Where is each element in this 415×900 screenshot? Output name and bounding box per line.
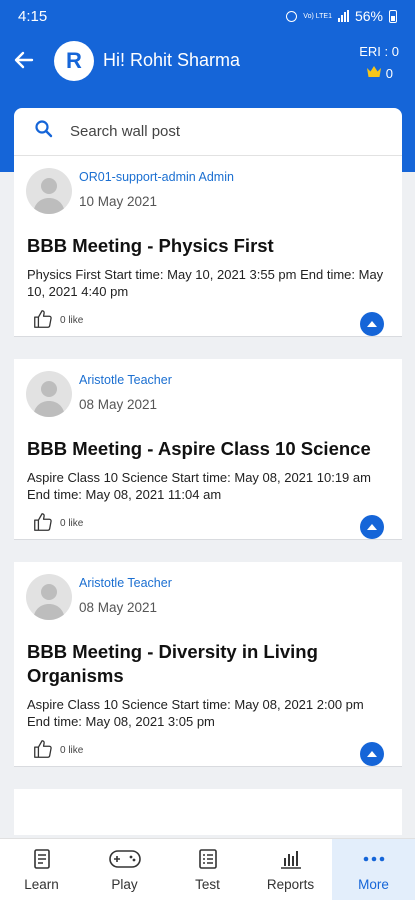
wall-post: OR01-support-admin Admin 10 May 2021 BBB… — [14, 156, 402, 337]
test-sheet-icon — [197, 848, 219, 873]
thumbs-up-icon — [32, 511, 54, 536]
wall-post: Aristotle Teacher 08 May 2021 BBB Meetin… — [14, 562, 402, 767]
alarm-icon — [286, 10, 298, 22]
battery-percent: 56% — [354, 8, 383, 24]
more-dots-icon — [362, 848, 386, 873]
like-count: 0 like — [60, 518, 84, 529]
post-date: 08 May 2021 — [79, 397, 158, 412]
nav-learn[interactable]: Learn — [0, 839, 83, 900]
like-button[interactable]: 0 like — [32, 738, 83, 763]
nav-play[interactable]: Play — [83, 839, 166, 900]
nav-label: Test — [195, 876, 220, 892]
post-author[interactable]: OR01-support-admin Admin — [79, 170, 234, 184]
nav-label: Play — [111, 876, 138, 892]
author-avatar — [26, 168, 72, 214]
post-date: 08 May 2021 — [79, 600, 158, 615]
collapse-button[interactable] — [360, 515, 384, 539]
post-body: Aspire Class 10 Science Start time: May … — [27, 697, 364, 729]
like-button[interactable]: 0 like — [32, 308, 83, 333]
book-icon — [31, 848, 53, 873]
post-author[interactable]: Aristotle Teacher — [79, 576, 172, 590]
thumbs-up-icon — [32, 738, 54, 763]
search-bar[interactable]: Search wall post — [14, 108, 402, 156]
eri-score: ERI : 0 — [359, 44, 399, 59]
nav-label: Reports — [266, 876, 315, 892]
gamepad-icon — [108, 848, 142, 873]
author-avatar — [26, 371, 72, 417]
like-count: 0 like — [60, 745, 84, 756]
chevron-up-icon — [367, 524, 377, 530]
author-avatar — [26, 574, 72, 620]
crown-score: 0 — [366, 65, 393, 81]
search-input[interactable]: Search wall post — [70, 123, 180, 140]
greeting-text: Hi! Rohit Sharma — [103, 50, 241, 70]
volte-icon: Vo) LTE1 — [303, 12, 332, 20]
status-bar: 4:15 Vo) LTE1 56% — [0, 0, 415, 32]
post-body: Aspire Class 10 Science Start time: May … — [27, 470, 371, 502]
search-icon — [34, 119, 54, 144]
nav-test[interactable]: Test — [166, 839, 249, 900]
bottom-navigation: Learn Play Test Reports More — [0, 838, 415, 900]
nav-more[interactable]: More — [332, 839, 415, 900]
battery-icon — [389, 9, 397, 23]
collapse-button[interactable] — [360, 312, 384, 336]
user-avatar[interactable]: R — [54, 41, 94, 81]
nav-label: More — [358, 876, 389, 892]
back-arrow-icon[interactable] — [12, 48, 36, 72]
post-title: BBB Meeting - Physics First — [27, 235, 274, 256]
nav-label: Learn — [24, 876, 59, 892]
like-button[interactable]: 0 like — [32, 511, 83, 536]
post-author[interactable]: Aristotle Teacher — [79, 373, 172, 387]
collapse-button[interactable] — [360, 742, 384, 766]
post-title: BBB Meeting - Diversity in Living Organi… — [27, 641, 318, 686]
status-time: 4:15 — [18, 7, 48, 25]
signal-icon — [337, 10, 349, 22]
wall-feed[interactable]: Search wall post OR01-support-admin Admi… — [14, 108, 402, 835]
post-title: BBB Meeting - Aspire Class 10 Science — [27, 438, 371, 459]
wall-post: Aristotle Teacher 08 May 2021 BBB Meetin… — [14, 359, 402, 540]
bar-chart-icon — [278, 848, 304, 873]
nav-reports[interactable]: Reports — [249, 839, 332, 900]
thumbs-up-icon — [32, 308, 54, 333]
chevron-up-icon — [367, 751, 377, 757]
post-date: 10 May 2021 — [79, 194, 158, 209]
crown-icon — [366, 65, 382, 81]
crown-count: 0 — [385, 65, 393, 81]
chevron-up-icon — [367, 321, 377, 327]
post-body: Physics First Start time: May 10, 2021 3… — [27, 267, 384, 299]
wall-post — [14, 789, 402, 835]
like-count: 0 like — [60, 315, 84, 326]
